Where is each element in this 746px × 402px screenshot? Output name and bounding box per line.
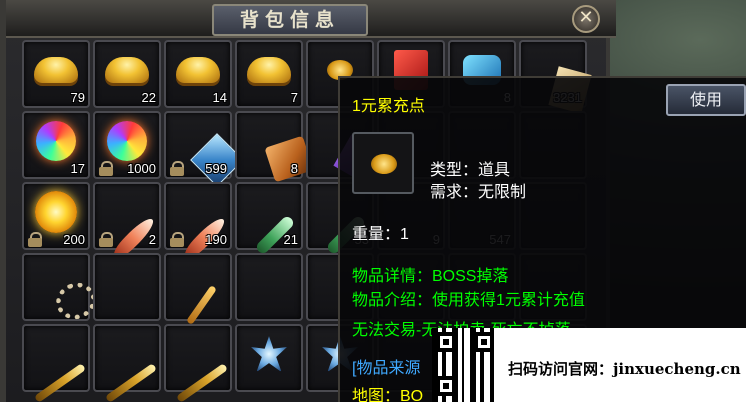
- inventory-slot[interactable]: 17: [22, 111, 90, 179]
- item-icon-box: [352, 132, 414, 194]
- gold-ingot-icon: [34, 57, 78, 84]
- item-weight: 重量：1: [352, 226, 409, 243]
- lock-icon: [170, 161, 184, 176]
- item-quantity: 22: [141, 90, 156, 105]
- lock-icon: [99, 161, 113, 176]
- watermark-text: 扫码访问官网：jinxuecheng.cn: [508, 360, 741, 378]
- inventory-slot[interactable]: 2: [93, 182, 161, 262]
- inventory-slot[interactable]: 1000: [93, 111, 161, 179]
- item-map: 地图：BO: [352, 388, 424, 402]
- item-quantity: 2: [148, 232, 156, 247]
- item-type: 类型：道具: [430, 162, 511, 179]
- item-quantity: 190: [205, 232, 227, 247]
- inventory-slot[interactable]: 190: [164, 182, 232, 262]
- inventory-slot[interactable]: [22, 324, 90, 402]
- inventory-slot[interactable]: [164, 324, 232, 402]
- gold-ingot-icon: [176, 57, 220, 84]
- inventory-slot[interactable]: [235, 253, 303, 321]
- inventory-slot[interactable]: 200: [22, 182, 90, 250]
- item-name: 1元累充点: [352, 98, 425, 115]
- gold-star-icon: [35, 191, 77, 234]
- gold-ingot-icon: [105, 57, 149, 84]
- inventory-slot[interactable]: [93, 324, 161, 402]
- inventory-slot[interactable]: [22, 253, 101, 325]
- qr-watermark: 扫码访问官网：jinxuecheng.cn: [432, 328, 746, 402]
- inventory-slot[interactable]: 599: [164, 111, 244, 188]
- inventory-slot[interactable]: 79: [22, 40, 90, 108]
- inventory-slot[interactable]: [164, 253, 232, 326]
- close-button[interactable]: ✕: [572, 5, 600, 33]
- inventory-slot[interactable]: [235, 324, 303, 392]
- item-quantity: 7: [290, 90, 298, 105]
- lock-icon: [99, 232, 113, 247]
- item-quantity: 599: [205, 161, 227, 176]
- item-quantity: 21: [283, 232, 298, 247]
- staff-icon: [186, 285, 217, 326]
- item-requirement: 需求：无限制: [430, 184, 527, 201]
- item-quantity: 14: [212, 90, 227, 105]
- inventory-slot[interactable]: 7: [235, 40, 303, 108]
- golden-blade-icon: [175, 363, 229, 402]
- qr-code-icon: [432, 328, 498, 402]
- gold-ingot-icon: [247, 57, 291, 84]
- bag-title: 背包信息: [212, 4, 368, 36]
- item-detail: 物品详情：BOSS掉落: [352, 268, 509, 285]
- gold-coin-icon: [371, 154, 397, 174]
- item-quantity: 1000: [127, 161, 156, 176]
- golden-blade-icon: [104, 363, 158, 402]
- lock-icon: [28, 232, 42, 247]
- inventory-slot[interactable]: 8: [235, 111, 314, 183]
- rainbow-orb-icon: [36, 121, 76, 162]
- item-source-label: [物品来源: [352, 360, 421, 377]
- item-intro: 物品介绍：使用获得1元累计充值: [352, 292, 585, 309]
- inventory-slot[interactable]: [93, 253, 161, 321]
- use-button[interactable]: 使用: [666, 84, 746, 116]
- ice-shard-icon: [251, 336, 287, 373]
- golden-blade-icon: [33, 363, 87, 402]
- item-quantity: 79: [70, 90, 85, 105]
- item-quantity: 200: [63, 232, 85, 247]
- item-quantity: 8: [290, 161, 298, 176]
- lock-icon: [170, 232, 184, 247]
- inventory-slot[interactable]: 14: [164, 40, 232, 108]
- inventory-slot[interactable]: 21: [235, 182, 303, 256]
- item-quantity: 17: [70, 161, 85, 176]
- rainbow-orb-icon: [107, 121, 147, 162]
- inventory-slot[interactable]: 22: [93, 40, 161, 108]
